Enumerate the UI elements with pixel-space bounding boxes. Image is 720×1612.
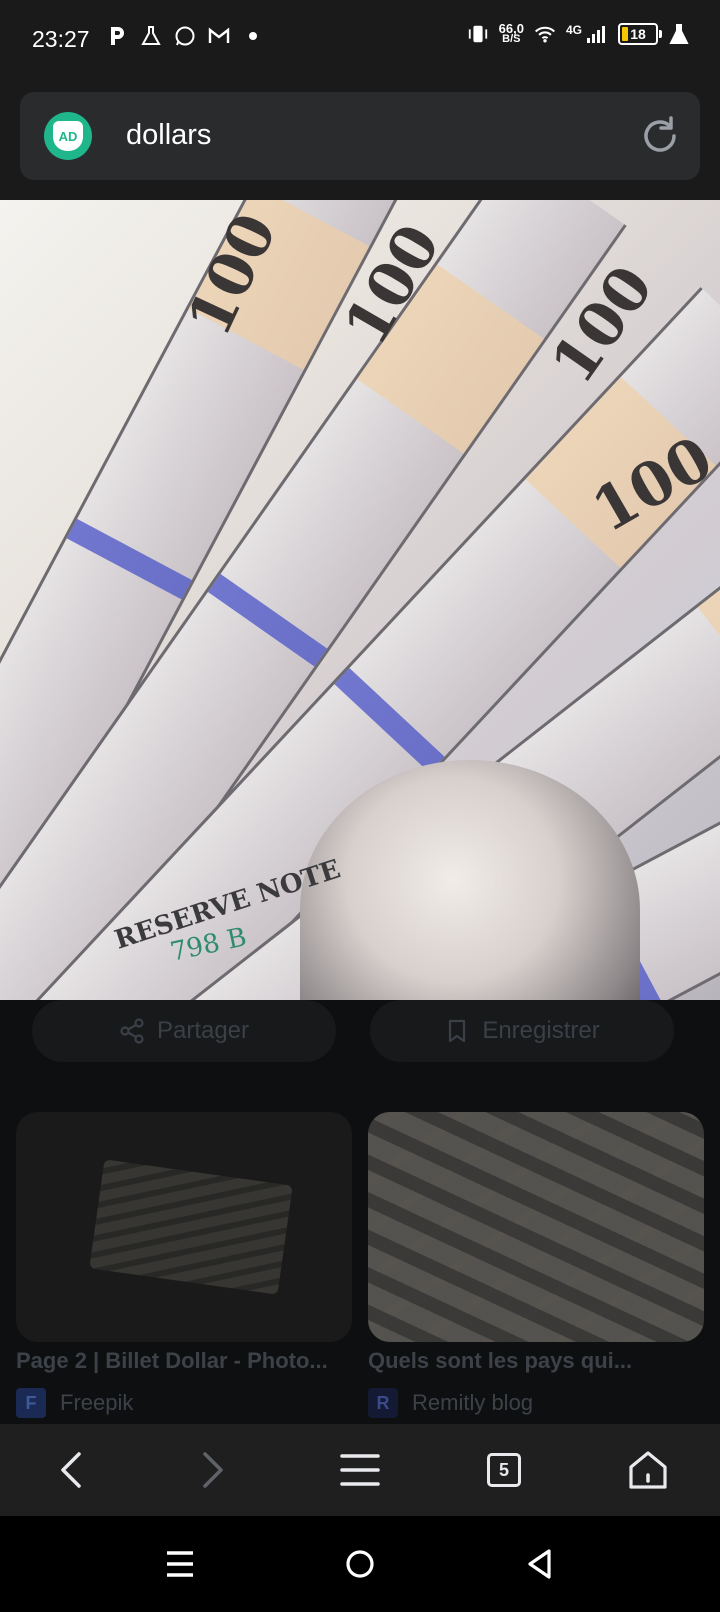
home-nav-button[interactable]: [336, 1540, 384, 1588]
back-button[interactable]: [44, 1442, 100, 1498]
network-type: 4G: [565, 23, 582, 37]
url-text[interactable]: dollars: [126, 119, 211, 152]
freepik-logo-letter: F: [25, 1392, 37, 1413]
hamburger-menu-icon: [340, 1454, 380, 1486]
save-label: Enregistrer: [482, 1017, 600, 1044]
status-bar: 23:27 66,0 B/S 4G 18: [0, 0, 720, 80]
card-thumbnail: [89, 1159, 293, 1295]
status-right: 66,0 B/S 4G 18: [467, 22, 690, 46]
freepik-logo-icon: F: [16, 1388, 46, 1418]
source-name: Remitly blog: [412, 1390, 534, 1415]
browser-header: AD dollars: [0, 80, 720, 200]
related-title-2[interactable]: Quels sont les pays qui...: [368, 1348, 704, 1374]
card-thumbnail: [368, 1112, 704, 1342]
recents-icon: [167, 1551, 193, 1577]
share-button[interactable]: Partager: [32, 1000, 336, 1062]
related-source-2[interactable]: R Remitly blog: [368, 1388, 533, 1418]
related-card-freepik[interactable]: [16, 1112, 352, 1342]
back-triangle-icon: [528, 1549, 551, 1579]
back-nav-button[interactable]: [516, 1540, 564, 1588]
share-icon: [120, 1018, 144, 1044]
parking-icon: [106, 24, 128, 48]
related-source-1[interactable]: F Freepik: [16, 1388, 133, 1418]
battery-level: 18: [630, 26, 646, 42]
status-time: 23:27: [32, 26, 90, 52]
tab-count: 5: [487, 1453, 521, 1487]
net-speed-unit: B/S: [502, 33, 521, 45]
menu-button[interactable]: [332, 1442, 388, 1498]
system-nav-bar: [0, 1516, 720, 1612]
bookmark-icon: [449, 1019, 466, 1043]
image-actions: Partager Enregistrer: [0, 1000, 720, 1064]
battery-indicator: 18: [618, 23, 662, 45]
forward-button[interactable]: [184, 1442, 240, 1498]
related-card-remitly[interactable]: [368, 1112, 704, 1342]
share-label: Partager: [156, 1017, 250, 1044]
dot-icon: [242, 24, 264, 48]
reload-icon[interactable]: [638, 114, 682, 158]
home-circle-icon: [346, 1550, 374, 1578]
back-arrow-icon: [61, 1452, 81, 1488]
forward-arrow-icon: [203, 1452, 223, 1488]
dollar-photo[interactable]: 100 100 100 100 RESERVE NOTE 798 B: [0, 200, 720, 1000]
remitly-logo-icon: R: [368, 1388, 398, 1418]
adblock-shield-icon[interactable]: AD: [44, 112, 92, 160]
vibrate-icon: [467, 22, 489, 46]
related-title-1[interactable]: Page 2 | Billet Dollar - Photo...: [16, 1348, 352, 1374]
notification-icons: [106, 24, 264, 48]
recents-button[interactable]: [156, 1540, 204, 1588]
net-speed: 66,0 B/S: [499, 22, 524, 45]
source-name: Freepik: [60, 1390, 134, 1415]
save-button[interactable]: Enregistrer: [370, 1000, 674, 1062]
signal-icon: [586, 22, 608, 46]
lab-flask-icon: [668, 22, 690, 46]
lab-flask-icon: [140, 24, 162, 48]
browser-toolbar: 5: [0, 1424, 720, 1516]
tabs-button[interactable]: 5: [476, 1442, 532, 1498]
home-button[interactable]: [620, 1442, 676, 1498]
shield-label: AD: [53, 121, 83, 151]
home-icon: [629, 1451, 667, 1489]
whatsapp-icon: [174, 24, 196, 48]
gmail-icon: [208, 24, 230, 48]
remitly-logo-letter: R: [376, 1392, 390, 1413]
wifi-icon: [534, 22, 556, 46]
url-bar[interactable]: AD dollars: [20, 92, 700, 180]
